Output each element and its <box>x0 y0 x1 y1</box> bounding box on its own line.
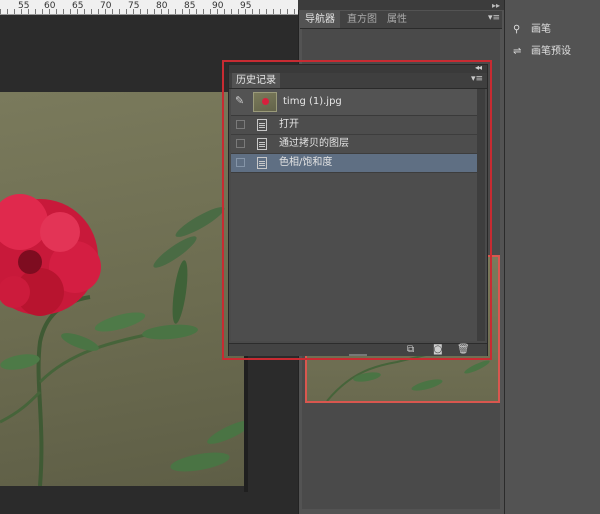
history-snapshot[interactable]: ✎ timg (1).jpg <box>231 89 477 116</box>
brush-preset-panel-button[interactable]: ⇌ 画笔预设 <box>513 44 571 60</box>
history-panel-tabrow: 历史记录 ▾≡ <box>229 73 487 89</box>
history-step-label: 色相/饱和度 <box>279 157 333 168</box>
history-list: ✎ timg (1).jpg 打开 通过拷贝的图层 色相/饱和度 <box>231 89 477 341</box>
brush-panel-dock: ⚲ 画笔 ⇌ 画笔预设 <box>504 0 600 514</box>
document-image[interactable] <box>0 92 244 486</box>
brush-icon: ⚲ <box>513 24 521 35</box>
history-panel-titlebar[interactable]: ◂◂ <box>229 63 487 73</box>
history-brush-source-checkbox[interactable] <box>236 120 245 129</box>
snapshot-thumbnail <box>253 92 277 112</box>
tab-histogram[interactable]: 直方图 <box>342 11 382 28</box>
tab-history[interactable]: 历史记录 <box>232 73 280 88</box>
history-brush-source-icon[interactable]: ✎ <box>235 94 244 107</box>
history-brush-source-checkbox[interactable] <box>236 139 245 148</box>
collapse-panel-icon[interactable]: ◂◂ <box>475 63 482 72</box>
brush-preset-icon: ⇌ <box>513 46 522 57</box>
history-step-label: 打开 <box>279 119 299 130</box>
history-step-selected[interactable]: 色相/饱和度 <box>231 154 477 173</box>
brush-panel-button[interactable]: ⚲ 画笔 <box>513 22 551 38</box>
history-state-icon <box>257 138 267 150</box>
history-panel[interactable]: ◂◂ 历史记录 ▾≡ ✎ timg (1).jpg 打开 通过拷贝的图层 色相/… <box>228 63 488 356</box>
tab-info[interactable]: 属性 <box>382 11 412 28</box>
trash-icon[interactable]: 🗑 <box>457 344 470 356</box>
history-step-label: 通过拷贝的图层 <box>279 138 349 149</box>
history-brush-source-checkbox[interactable] <box>236 158 245 167</box>
snapshot-name: timg (1).jpg <box>283 96 342 107</box>
brush-label: 画笔 <box>531 24 551 35</box>
panel-menu-icon[interactable]: ▾≡ <box>471 74 483 84</box>
panel-menu-icon[interactable]: ▾≡ <box>488 13 500 23</box>
panel-dock-header <box>298 0 504 10</box>
rose-photo <box>0 194 244 486</box>
history-state-icon <box>257 157 267 169</box>
navigator-tabbar: 导航器 直方图 属性 <box>300 11 502 29</box>
history-step[interactable]: 打开 <box>231 116 477 135</box>
brush-preset-label: 画笔预设 <box>531 46 571 57</box>
resize-handle[interactable] <box>349 354 367 356</box>
history-step[interactable]: 通过拷贝的图层 <box>231 135 477 154</box>
new-document-from-state-icon[interactable]: ⧉ <box>407 344 414 356</box>
collapse-arrows-icon[interactable]: ▸▸ <box>492 1 500 10</box>
history-state-icon <box>257 119 267 131</box>
history-scrollbar[interactable] <box>477 89 485 341</box>
tab-navigator[interactable]: 导航器 <box>300 11 340 28</box>
horizontal-ruler: 55 60 65 70 75 80 85 90 95 <box>0 0 298 15</box>
camera-icon[interactable]: ◙ <box>433 344 443 356</box>
